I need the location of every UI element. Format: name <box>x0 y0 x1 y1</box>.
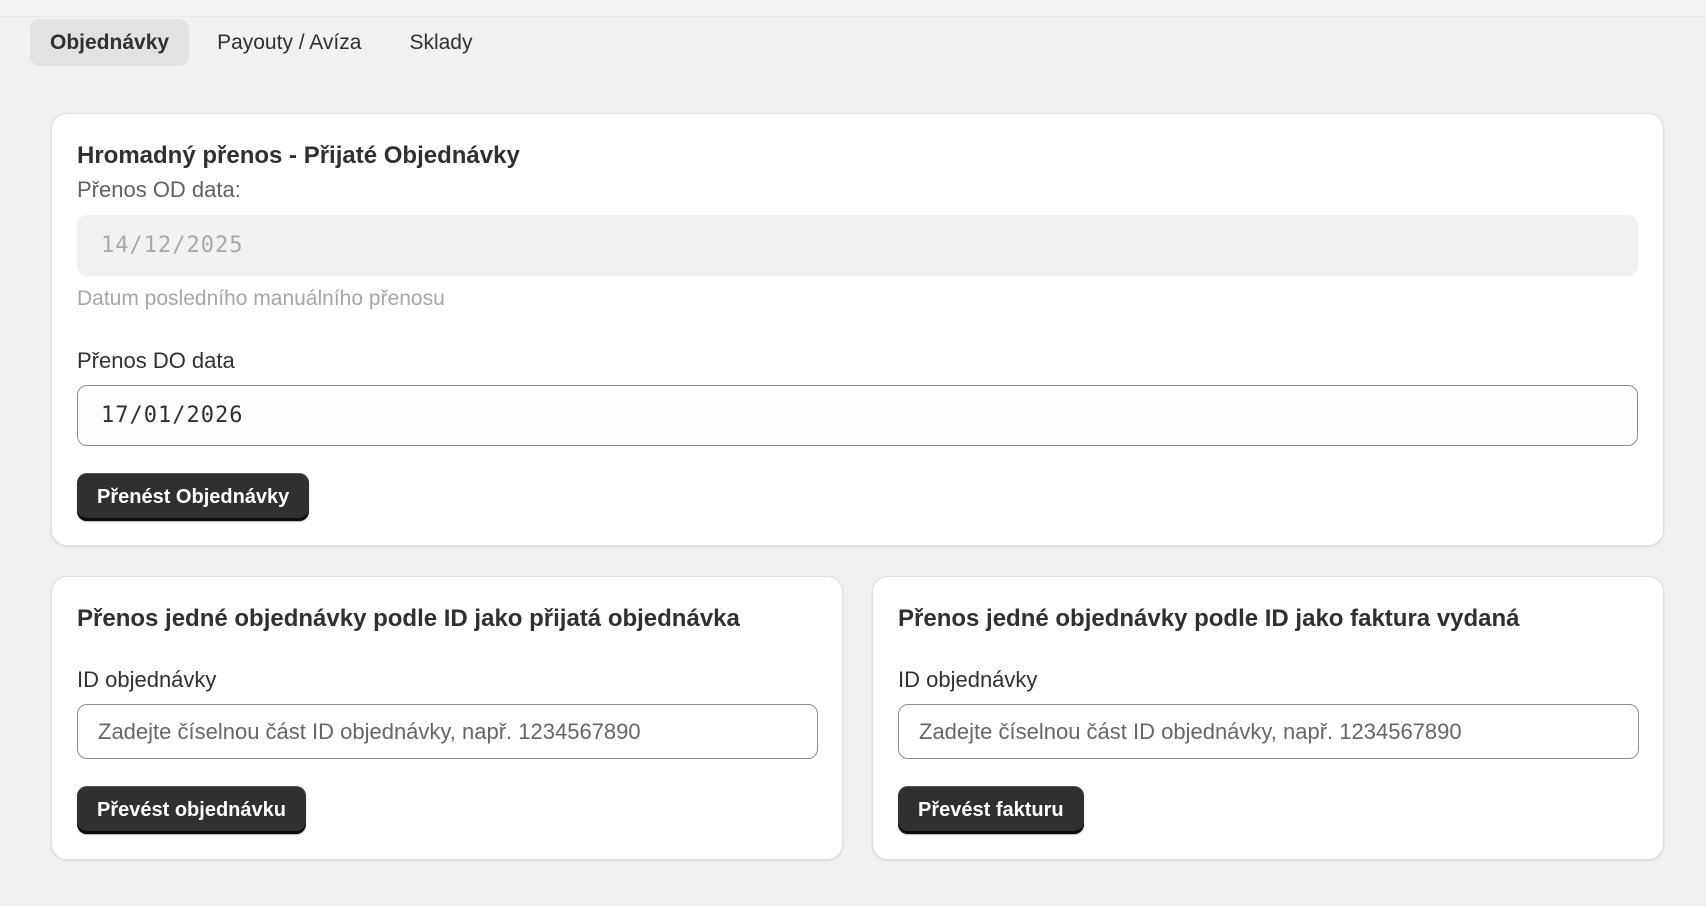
invoice-order-id-input[interactable] <box>898 704 1639 759</box>
from-date-label: Přenos OD data: <box>77 177 241 202</box>
from-date-field: 14/12/2025 <box>77 215 1638 276</box>
tab-objednavky[interactable]: Objednávky <box>30 19 190 66</box>
bulk-transfer-title: Hromadný přenos - Přijaté Objednávky <box>77 142 520 169</box>
to-date-field[interactable]: 17/01/2026 <box>77 385 1638 446</box>
single-order-title: Přenos jedné objednávky podle ID jako př… <box>77 605 740 632</box>
top-bar <box>0 0 1706 17</box>
order-id-label: ID objednávky <box>77 667 217 692</box>
single-order-card: Přenos jedné objednávky podle ID jako př… <box>51 576 843 860</box>
tab-payouty-avizo[interactable]: Payouty / Avíza <box>197 19 381 66</box>
convert-invoice-button[interactable]: Převést fakturu <box>898 786 1084 834</box>
transfer-orders-button[interactable]: Přenést Objednávky <box>77 473 310 521</box>
tab-sklady[interactable]: Sklady <box>389 19 492 66</box>
to-date-label: Přenos DO data <box>77 348 235 373</box>
tab-bar: Objednávky Payouty / Avíza Sklady <box>30 19 492 66</box>
from-date-help: Datum posledního manuálního přenosu <box>77 287 445 310</box>
invoice-order-id-label: ID objednávky <box>898 667 1038 692</box>
convert-order-button[interactable]: Převést objednávku <box>77 786 306 834</box>
bulk-transfer-card: Hromadný přenos - Přijaté Objednávky Pře… <box>51 113 1664 546</box>
single-invoice-title: Přenos jedné objednávky podle ID jako fa… <box>898 605 1520 632</box>
single-invoice-card: Přenos jedné objednávky podle ID jako fa… <box>872 576 1664 860</box>
order-id-input[interactable] <box>77 704 818 759</box>
